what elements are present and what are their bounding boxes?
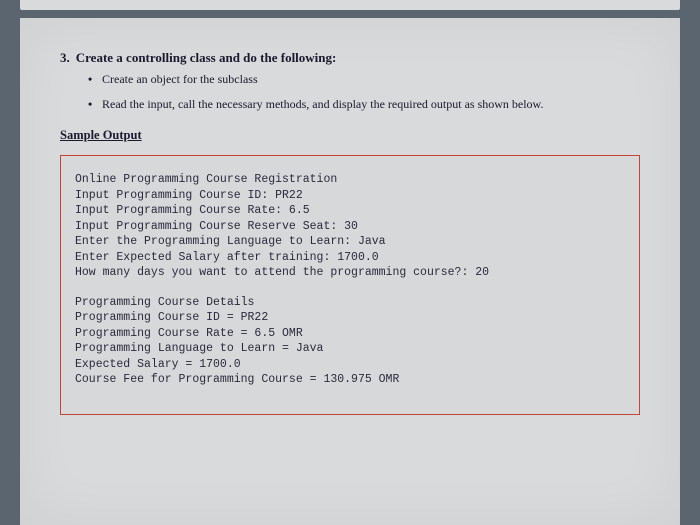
bullet-item: Create an object for the subclass xyxy=(88,72,640,87)
output-line: Input Programming Course Rate: 6.5 xyxy=(75,203,625,219)
output-box: Online Programming Course Registration I… xyxy=(60,155,640,415)
bullet-item: Read the input, call the necessary metho… xyxy=(88,97,640,112)
output-line: Course Fee for Programming Course = 130.… xyxy=(75,372,625,388)
output-line: Input Programming Course ID: PR22 xyxy=(75,188,625,204)
output-line: How many days you want to attend the pro… xyxy=(75,265,625,281)
question-number: 3. xyxy=(60,50,70,66)
output-line: Enter the Programming Language to Learn:… xyxy=(75,234,625,250)
output-line: Expected Salary = 1700.0 xyxy=(75,357,625,373)
output-line: Programming Language to Learn = Java xyxy=(75,341,625,357)
output-line: Input Programming Course Reserve Seat: 3… xyxy=(75,219,625,235)
document-page: 3. Create a controlling class and do the… xyxy=(20,18,680,525)
sample-output-heading: Sample Output xyxy=(60,128,640,143)
question-text: Create a controlling class and do the fo… xyxy=(76,50,337,66)
output-line: Programming Course Rate = 6.5 OMR xyxy=(75,326,625,342)
output-line: Programming Course Details xyxy=(75,295,625,311)
output-gap xyxy=(75,281,625,295)
output-line: Enter Expected Salary after training: 17… xyxy=(75,250,625,266)
previous-page-edge xyxy=(20,0,680,10)
output-line: Programming Course ID = PR22 xyxy=(75,310,625,326)
output-line: Online Programming Course Registration xyxy=(75,172,625,188)
question-header: 3. Create a controlling class and do the… xyxy=(60,50,640,66)
bullet-list: Create an object for the subclass Read t… xyxy=(88,72,640,112)
